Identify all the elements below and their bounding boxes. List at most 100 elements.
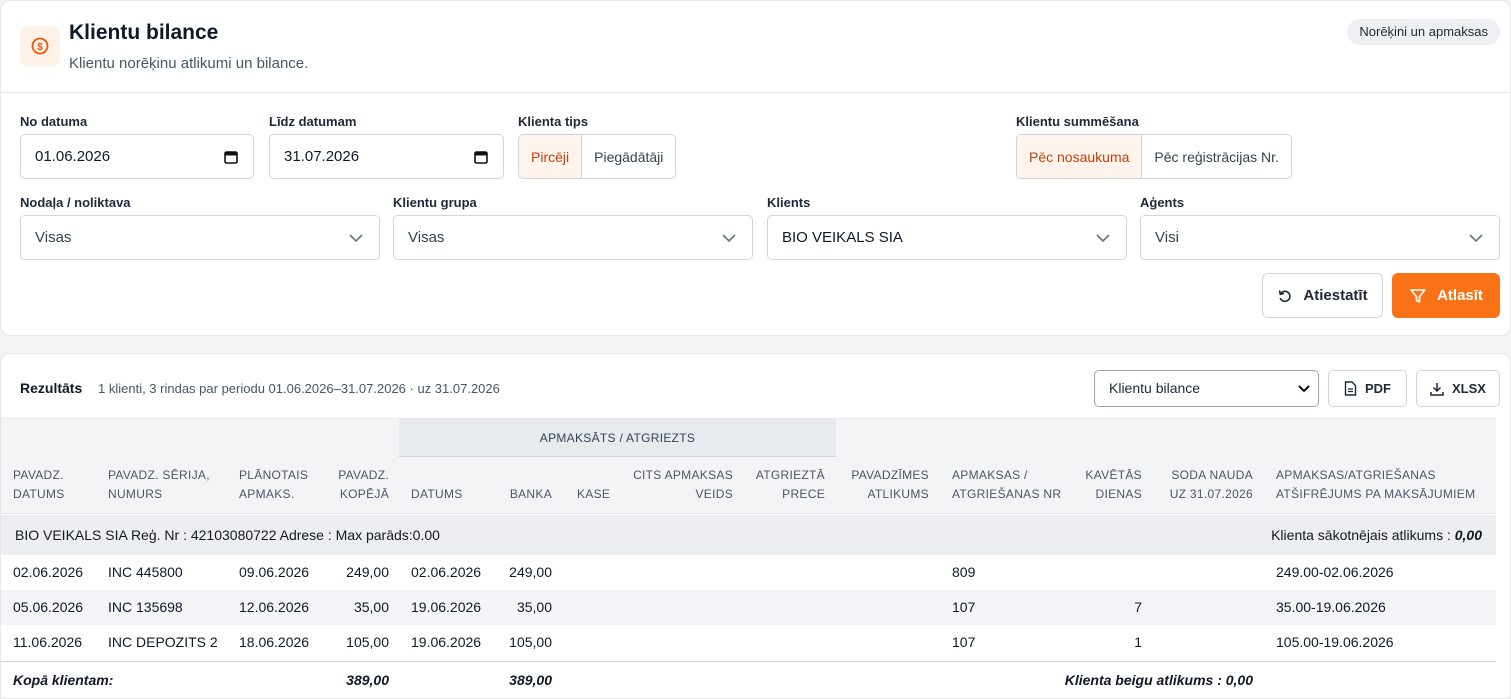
chevron-down-icon (1298, 385, 1310, 393)
cell-late: 1 (1134, 634, 1142, 650)
date-to-input[interactable]: 31.07.2026 (269, 134, 504, 179)
client-value: BIO VEIKALS SIA (782, 229, 903, 246)
col-returned-goods[interactable]: ATGRIEZTĀ PRECE (756, 466, 825, 504)
col-planned-payment[interactable]: PLĀNOTAIS APMAKS. (239, 466, 308, 504)
col-late-days[interactable]: KAVĒTĀS DIENAS (1085, 466, 1142, 504)
totals-label: Kopā klientam: (13, 672, 114, 688)
chevron-down-icon (1096, 234, 1110, 243)
cell-pay-date: 19.06.2026 (411, 599, 482, 615)
chevron-down-icon (349, 234, 363, 243)
date-to-label: Līdz datumam (269, 114, 357, 129)
cell-doc-date: 05.06.2026 (13, 599, 84, 615)
cell-bank: 35,00 (516, 599, 552, 615)
closing-balance: Klienta beigu atlikums : 0,00 (1064, 672, 1253, 688)
paid-returned-group-header: APMAKSĀTS / ATGRIEZTS (399, 419, 836, 457)
client-sum-toggle: Pēc nosaukuma Pēc reģistrācijas Nr. (1016, 134, 1292, 179)
department-select[interactable]: Visas (20, 215, 380, 260)
date-to-value: 31.07.2026 (284, 148, 360, 165)
totals-row: Kopā klientam: 389,00 389,00 Klienta bei… (1, 661, 1496, 698)
department-value: Visas (35, 229, 72, 246)
client-label: Klients (767, 195, 811, 210)
client-type-toggle: Pircēji Piegādātāji (518, 134, 677, 179)
date-from-input[interactable]: 01.06.2026 (20, 134, 254, 179)
col-other-payment[interactable]: CITS APMAKSAS VEIDS (633, 466, 733, 504)
reset-icon (1279, 289, 1292, 302)
reset-button[interactable]: Atiestatīt (1262, 273, 1383, 318)
xlsx-label: XLSX (1452, 381, 1486, 396)
calendar-icon[interactable] (223, 149, 239, 165)
agent-select[interactable]: Visi (1140, 215, 1500, 260)
col-doc-date[interactable]: PAVADZ. DATUMS (13, 466, 65, 504)
pdf-button[interactable]: PDF (1328, 370, 1407, 407)
opening-balance: Klienta sākotnējais atlikums : 0,00 (1271, 527, 1482, 543)
cell-doc-series: INC DEPOZITS 2 (108, 634, 218, 650)
col-cash[interactable]: KASE (577, 485, 610, 504)
cell-doc-total: 35,00 (353, 599, 389, 615)
xlsx-button[interactable]: XLSX (1416, 370, 1500, 407)
cell-decode: 249.00-02.06.2026 (1276, 564, 1394, 580)
cell-pay-date: 02.06.2026 (411, 564, 482, 580)
client-group-value: Visas (408, 229, 445, 246)
cell-late: 7 (1134, 599, 1142, 615)
col-pay-date[interactable]: DATUMS (411, 485, 463, 504)
page-subtitle: Klientu norēķinu atlikumi un bilance. (69, 55, 309, 72)
cell-decode: 105.00-19.06.2026 (1276, 634, 1394, 650)
col-doc-series[interactable]: PAVADZ. SĒRIJA, NUMURS (108, 466, 210, 504)
filters-card: $ Klientu bilance Klientu norēķinu atlik… (0, 0, 1511, 336)
date-from-label: No datuma (20, 114, 88, 129)
document-icon (1344, 381, 1357, 396)
col-penalty[interactable]: SODA NAUDA UZ 31.07.2026 (1170, 466, 1253, 504)
cell-doc-total: 105,00 (346, 634, 389, 650)
client-type-suppliers[interactable]: Piegādātāji (582, 135, 675, 178)
col-bank[interactable]: BANKA (510, 485, 552, 504)
download-icon (1430, 382, 1444, 396)
client-sum-by-reg[interactable]: Pēc reģistrācijas Nr. (1142, 135, 1290, 178)
col-payment-decode[interactable]: APMAKSAS/ATGRIEŠANAS ATŠIFRĒJUMS PA MAKSĀ… (1276, 466, 1475, 504)
client-select[interactable]: BIO VEIKALS SIA (767, 215, 1127, 260)
date-from-value: 01.06.2026 (35, 148, 111, 165)
page-title: Klientu bilance (69, 21, 219, 44)
client-type-label: Klienta tips (518, 114, 589, 129)
cell-bank: 249,00 (509, 564, 552, 580)
filter-icon (1410, 288, 1426, 303)
cell-planned: 12.06.2026 (239, 599, 310, 615)
department-label: Nodaļa / noliktava (20, 195, 131, 210)
client-info: BIO VEIKALS SIA Reģ. Nr : 42103080722 Ad… (15, 527, 440, 543)
client-type-buyers[interactable]: Pircēji (519, 135, 583, 178)
cell-bank: 105,00 (509, 634, 552, 650)
calendar-icon[interactable] (473, 149, 489, 165)
section-badge: Norēķini un apmaksas (1347, 19, 1500, 45)
apply-label: Atlasīt (1437, 287, 1483, 304)
header-divider (1, 92, 1510, 93)
col-payment-nr[interactable]: APMAKSAS / ATGRIEŠANAS NR (952, 466, 1061, 504)
apply-button[interactable]: Atlasīt (1392, 273, 1500, 318)
cell-decode: 35.00-19.06.2026 (1276, 599, 1386, 615)
table-row: 11.06.2026 INC DEPOZITS 2 18.06.2026 105… (1, 625, 1496, 660)
cell-pay-nr: 107 (952, 634, 976, 650)
col-doc-total[interactable]: PAVADZ. KOPĒJĀ (338, 466, 389, 504)
col-doc-balance[interactable]: PAVADZĪMES ATLIKUMS (851, 466, 929, 504)
table-row: 02.06.2026 INC 445800 09.06.2026 249,00 … (1, 555, 1496, 590)
dollar-coin-icon: $ (20, 26, 60, 66)
agent-label: Aģents (1140, 195, 1185, 210)
cell-doc-series: INC 445800 (108, 564, 183, 580)
results-card: Rezultāts 1 klienti, 3 rindas par period… (0, 353, 1511, 699)
pdf-label: PDF (1365, 381, 1391, 396)
agent-value: Visi (1155, 229, 1179, 246)
cell-doc-date: 02.06.2026 (13, 564, 84, 580)
report-type-select[interactable]: Klientu bilance (1094, 370, 1319, 407)
table-row: 05.06.2026 INC 135698 12.06.2026 35,00 1… (1, 590, 1496, 625)
cell-planned: 18.06.2026 (239, 634, 310, 650)
cell-pay-date: 19.06.2026 (411, 634, 482, 650)
reset-label: Atiestatīt (1303, 287, 1368, 304)
client-sum-by-name[interactable]: Pēc nosaukuma (1017, 135, 1143, 178)
client-sum-label: Klientu summēšana (1016, 114, 1139, 129)
svg-text:$: $ (37, 42, 43, 53)
cell-planned: 09.06.2026 (239, 564, 310, 580)
cell-doc-date: 11.06.2026 (13, 634, 83, 650)
results-title: Rezultāts (20, 380, 83, 396)
client-group-row: BIO VEIKALS SIA Reģ. Nr : 42103080722 Ad… (1, 515, 1496, 555)
client-group-label: Klientu grupa (393, 195, 477, 210)
client-group-select[interactable]: Visas (393, 215, 753, 260)
cell-doc-total: 249,00 (346, 564, 389, 580)
